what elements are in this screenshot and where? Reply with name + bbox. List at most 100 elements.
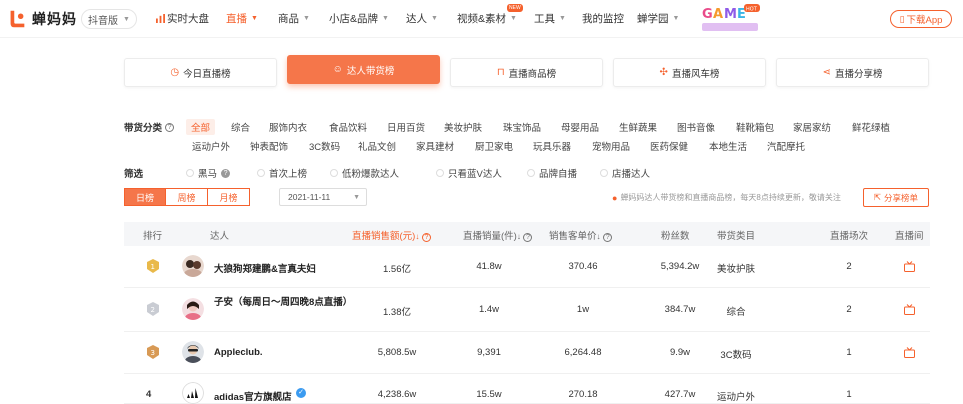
svg-text:A: A	[713, 7, 723, 22]
nav-live[interactable]: 直播 ▼	[226, 11, 258, 26]
influencer-name[interactable]: 子安（每周日～周四晚8点直播）	[214, 296, 374, 309]
tab-live-product[interactable]: ⊓ 直播商品榜	[450, 58, 603, 87]
table-row[interactable]: 3 Appleclub. 5,808.5w 9,391 6,264.48 9.9…	[124, 332, 930, 374]
category-item[interactable]: 医药保健	[650, 139, 688, 153]
category-item[interactable]: 家居家纺	[793, 120, 831, 134]
category: 美妆护肤	[716, 264, 755, 275]
filter-first-time[interactable]: 首次上榜	[257, 166, 307, 180]
col-sales-amount-label: 直播销售额(元)	[352, 231, 416, 242]
category: 综合	[726, 307, 746, 318]
tab-live-windmill[interactable]: ✣ 直播风车榜	[613, 58, 766, 87]
category-item[interactable]: 家具建材	[416, 139, 454, 153]
influencer-name[interactable]: adidas官方旗舰店	[214, 389, 292, 403]
sort-icon: ↓	[596, 232, 601, 241]
nav-academy[interactable]: 蝉学园 ▼	[637, 11, 679, 26]
chevron-down-icon: ▼	[559, 15, 566, 22]
tab-today-live[interactable]: ◷ 今日直播榜	[124, 58, 277, 87]
help-icon[interactable]: ?	[421, 233, 431, 242]
nav-realtime[interactable]: 实时大盘	[156, 11, 209, 26]
category-item[interactable]: 厨卫家电	[475, 139, 513, 153]
date-picker[interactable]: 2021-11-11 ▼	[279, 188, 367, 206]
table-header: 排行 达人 直播销售额(元)↓ ? 直播销量(件)↓ ? 销售客单价↓ ? 粉丝…	[124, 222, 930, 246]
filter-store-host[interactable]: 店播达人	[600, 166, 650, 180]
logo[interactable]: 蝉妈妈	[6, 8, 77, 30]
nav-video[interactable]: 视频&素材 ▼	[457, 11, 517, 26]
sales-amount: 5,808.5w	[377, 347, 417, 358]
live-room-icon[interactable]	[904, 304, 915, 315]
avatar[interactable]	[182, 255, 204, 277]
category-item[interactable]: 珠宝饰品	[503, 120, 541, 134]
period-week[interactable]: 周榜	[166, 188, 208, 206]
avatar[interactable]	[182, 298, 204, 320]
filter-low-fans[interactable]: 低粉爆款达人	[330, 166, 399, 180]
category-item[interactable]: 食品饮料	[329, 120, 367, 134]
category-item[interactable]: 美妆护肤	[444, 120, 482, 134]
category-item[interactable]: 礼品文创	[358, 139, 396, 153]
category-item[interactable]: 汽配摩托	[767, 139, 805, 153]
help-icon[interactable]: ?	[523, 233, 533, 242]
sort-down-icon: ↓	[415, 232, 420, 241]
category-item[interactable]: 宠物用品	[592, 139, 630, 153]
tab-live-share[interactable]: ⋖ 直播分享榜	[776, 58, 929, 87]
col-sales-amount[interactable]: 直播销售额(元)↓ ?	[352, 228, 431, 242]
category-item[interactable]: 服饰内衣	[269, 120, 307, 134]
category-item[interactable]: 综合	[231, 120, 250, 134]
category-item[interactable]: 玩具乐器	[533, 139, 571, 153]
nav-influencer[interactable]: 达人 ▼	[406, 11, 438, 26]
checkbox[interactable]	[257, 169, 265, 177]
influencer-name[interactable]: 大狼狗郑建鹏&言真夫妇	[214, 261, 316, 275]
table-row[interactable]: 2 子安（每周日～周四晚8点直播） 1.38亿 1.4w 1w 384.7w 综…	[124, 288, 930, 332]
category-item[interactable]: 本地生活	[709, 139, 747, 153]
nav-monitor[interactable]: 我的监控	[582, 11, 624, 26]
nav-product[interactable]: 商品 ▼	[278, 11, 310, 26]
download-app-button[interactable]: ▯ 下载App	[890, 10, 952, 28]
category-item[interactable]: 运动户外	[192, 139, 230, 153]
help-icon[interactable]: ?	[603, 233, 613, 242]
tab-influencer-sales[interactable]: ☺ 达人带货榜	[287, 55, 440, 84]
filter-brand-self[interactable]: 品牌自播	[527, 166, 577, 180]
share-ranking-button[interactable]: ⇱ 分享榜单	[863, 188, 929, 207]
period-month[interactable]: 月榜	[208, 188, 250, 206]
influencer-name[interactable]: Appleclub.	[214, 347, 263, 358]
table-row[interactable]: 1 大狼狗郑建鹏&言真夫妇 1.56亿 41.8w 370.46 5,394.2…	[124, 247, 930, 288]
adidas-logo-avatar[interactable]	[182, 382, 204, 404]
help-icon[interactable]: ?	[165, 122, 175, 132]
category-item[interactable]: 母婴用品	[561, 120, 599, 134]
checkbox[interactable]	[330, 169, 338, 177]
checkbox[interactable]	[527, 169, 535, 177]
help-icon[interactable]: ?	[221, 168, 231, 178]
nav-shop-brand[interactable]: 小店&品牌 ▼	[329, 11, 389, 26]
live-room-icon[interactable]	[904, 261, 915, 272]
game-event-banner[interactable]: G A M E HOT	[700, 2, 762, 36]
col-sales-volume[interactable]: 直播销量(件)↓ ?	[463, 228, 533, 242]
col-unit-price[interactable]: 销售客单价↓ ?	[549, 228, 613, 242]
category-item[interactable]: 3C数码	[309, 139, 340, 153]
nav-tools[interactable]: 工具 ▼	[534, 11, 566, 26]
checkbox[interactable]	[186, 169, 194, 177]
filter-dark-horse[interactable]: 黑马 ?	[186, 166, 231, 180]
sales-volume: 15.5w	[476, 389, 502, 400]
category-item[interactable]: 钟表配饰	[250, 139, 288, 153]
filter-blue-v[interactable]: 只看蓝V达人	[436, 166, 502, 180]
category-item[interactable]: 图书音像	[677, 120, 715, 134]
col-influencer: 达人	[210, 231, 230, 242]
edition-selector[interactable]: 抖音版 ▼	[81, 9, 137, 29]
category-item[interactable]: 日用百货	[387, 120, 425, 134]
period-day[interactable]: 日榜	[124, 188, 166, 206]
sessions: 2	[846, 261, 852, 272]
avatar[interactable]	[182, 341, 204, 363]
rank-number: 4	[146, 389, 152, 400]
category-item[interactable]: 鲜花绿植	[852, 120, 890, 134]
category-all[interactable]: 全部	[186, 119, 216, 135]
bag-icon: ⊓	[496, 67, 505, 78]
checkbox[interactable]	[436, 169, 444, 177]
sessions: 2	[846, 304, 852, 315]
checkbox[interactable]	[600, 169, 608, 177]
col-sales-volume-label: 直播销量(件)	[463, 231, 517, 242]
category-item[interactable]: 生鲜蔬果	[619, 120, 657, 134]
live-room-icon[interactable]	[904, 347, 915, 358]
sales-volume: 9,391	[477, 347, 501, 358]
sessions: 1	[846, 389, 852, 400]
download-app-label: 下载App	[906, 15, 943, 26]
category-item[interactable]: 鞋靴箱包	[736, 120, 774, 134]
